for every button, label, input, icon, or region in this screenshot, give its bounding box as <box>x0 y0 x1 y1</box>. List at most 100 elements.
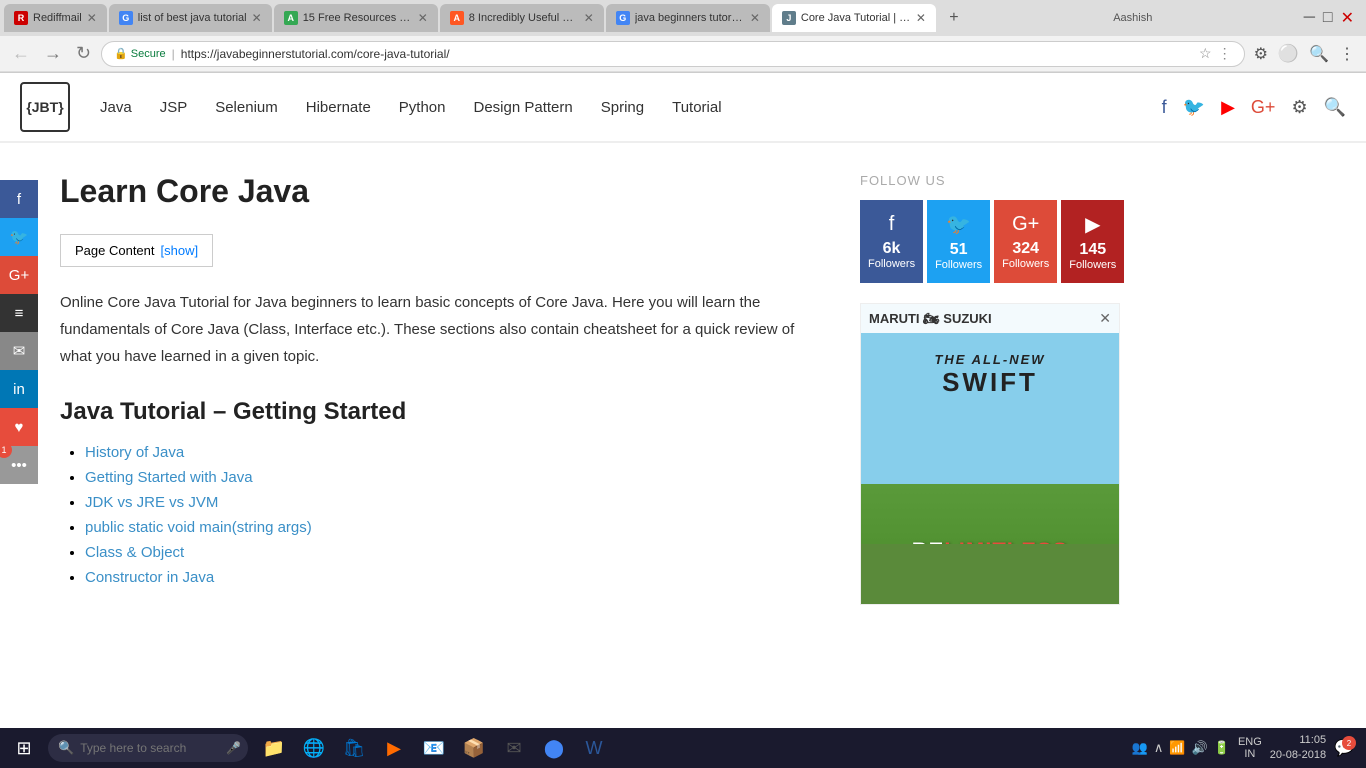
social-sidebar-email[interactable]: ✉ <box>0 332 38 370</box>
maximize-btn[interactable]: □ <box>1323 9 1333 27</box>
nav-java[interactable]: Java <box>100 99 132 116</box>
header-search-icon[interactable]: 🔍 <box>1324 97 1346 118</box>
tutorial-link-class-object[interactable]: Class & Object <box>85 544 184 561</box>
forward-btn[interactable]: → <box>40 41 66 66</box>
intro-text: Online Core Java Tutorial for Java begin… <box>60 289 810 370</box>
facebook-follow-icon: f <box>889 213 895 236</box>
tutorial-link-main-method[interactable]: public static void main(string args) <box>85 519 312 536</box>
taskbar-right: 👥 ∧ 📶 🔊 🔋 ENGIN 11:05 20-08-2018 💬 2 <box>1132 733 1362 764</box>
tab-label: java beginners tutorials <box>635 12 745 24</box>
taskbar-files-app[interactable]: 📁 <box>256 730 292 766</box>
refresh-btn[interactable]: ↻ <box>72 41 95 66</box>
taskbar-store-app[interactable]: 🛍 <box>336 730 372 766</box>
nav-jsp[interactable]: JSP <box>160 99 188 116</box>
taskbar-app6[interactable]: 📦 <box>456 730 492 766</box>
close-btn[interactable]: ✕ <box>1341 8 1354 28</box>
follow-card-twitter[interactable]: 🐦 51 Followers <box>927 200 990 283</box>
youtube-count: 145 <box>1079 241 1106 259</box>
tab-close-btn[interactable]: ✕ <box>418 11 428 25</box>
up-arrow-icon[interactable]: ∧ <box>1154 740 1164 756</box>
taskbar-mic-icon[interactable]: 🎤 <box>226 741 241 755</box>
back-btn[interactable]: ← <box>8 41 34 66</box>
social-sidebar-facebook[interactable]: f <box>0 180 38 218</box>
tab-rediffmail[interactable]: R Rediffmail ✕ <box>4 4 107 32</box>
notification-center-btn[interactable]: 💬 2 <box>1334 738 1354 758</box>
tab-close-btn[interactable]: ✕ <box>584 11 594 25</box>
tab-free-resources[interactable]: A 15 Free Resources to Le... ✕ <box>274 4 438 32</box>
toc-show-btn[interactable]: [show] <box>161 243 199 258</box>
taskbar-media-app[interactable]: ▶ <box>376 730 412 766</box>
tutorial-link-history[interactable]: History of Java <box>85 444 184 461</box>
tab-bar: R Rediffmail ✕ G list of best java tutor… <box>0 0 1366 36</box>
search-icon[interactable]: 🔍 <box>1306 41 1332 67</box>
tab-close-btn[interactable]: ✕ <box>916 11 926 25</box>
tab-useful-web[interactable]: A 8 Incredibly Useful web... ✕ <box>440 4 604 32</box>
list-item: Getting Started with Java <box>85 469 810 486</box>
wifi-icon[interactable]: 📶 <box>1169 740 1185 756</box>
header-github-icon[interactable]: ⚙ <box>1291 97 1307 118</box>
taskbar-chrome-app[interactable]: ⬤ <box>536 730 572 766</box>
site-logo[interactable]: {JBT} <box>20 82 70 132</box>
social-sidebar-googleplus[interactable]: G+ <box>0 256 38 294</box>
toc-box: Page Content [show] <box>60 234 213 267</box>
list-item: Constructor in Java <box>85 569 810 586</box>
nav-python[interactable]: Python <box>399 99 446 116</box>
googleplus-followers-label: Followers <box>1002 258 1049 270</box>
tutorial-link-constructor[interactable]: Constructor in Java <box>85 569 214 586</box>
follow-card-youtube[interactable]: ▶ 145 Followers <box>1061 200 1124 283</box>
ad-swift-label: THE ALL-NEW SWIFT <box>861 344 1119 406</box>
follow-card-facebook[interactable]: f 6k Followers <box>860 200 923 283</box>
list-item: History of Java <box>85 444 810 461</box>
header-youtube-icon[interactable]: ▶ <box>1221 97 1235 118</box>
follow-us-label: FOLLOW US <box>860 173 1120 188</box>
social-sidebar-twitter[interactable]: 🐦 <box>0 218 38 256</box>
new-tab-btn[interactable]: + <box>938 4 970 32</box>
tab-close-btn[interactable]: ✕ <box>750 11 760 25</box>
taskbar-mail-app[interactable]: ✉ <box>496 730 532 766</box>
tutorial-link-jdk-jre-jvm[interactable]: JDK vs JRE vs JVM <box>85 494 218 511</box>
social-sidebar-heart[interactable]: ♥ <box>0 408 38 446</box>
browser-chrome: R Rediffmail ✕ G list of best java tutor… <box>0 0 1366 73</box>
bookmark-icon[interactable]: ☆ <box>1199 45 1212 62</box>
ad-close-btn[interactable]: ✕ <box>1099 310 1111 327</box>
taskbar-office-app[interactable]: 📧 <box>416 730 452 766</box>
extensions-icon[interactable]: ⚙ <box>1251 41 1271 67</box>
taskbar-word-app[interactable]: W <box>576 730 612 766</box>
taskbar-search-box[interactable]: 🔍 🎤 <box>48 734 248 762</box>
chrome-icons: ⚙ ⚪ 🔍 ⋮ <box>1251 41 1358 67</box>
minimize-btn[interactable]: ─ <box>1304 9 1315 27</box>
header-twitter-icon[interactable]: 🐦 <box>1183 97 1205 118</box>
nav-tutorial[interactable]: Tutorial <box>672 99 721 116</box>
taskbar-edge-app[interactable]: 🌐 <box>296 730 332 766</box>
start-btn[interactable]: ⊞ <box>4 732 44 764</box>
people-icon[interactable]: 👥 <box>1132 740 1148 756</box>
nav-spring[interactable]: Spring <box>601 99 644 116</box>
content-area: Learn Core Java Page Content [show] Onli… <box>60 143 840 636</box>
nav-design-pattern[interactable]: Design Pattern <box>474 99 573 116</box>
social-sidebar-linkedin[interactable]: in <box>0 370 38 408</box>
tab-close-btn[interactable]: ✕ <box>87 11 97 25</box>
tab-favicon: A <box>284 11 298 25</box>
follow-card-googleplus[interactable]: G+ 324 Followers <box>994 200 1057 283</box>
header-facebook-icon[interactable]: f <box>1162 97 1167 118</box>
github-icon[interactable]: ⚪ <box>1275 41 1302 67</box>
toc-label: Page Content <box>75 243 155 258</box>
taskbar-search-input[interactable] <box>80 741 220 755</box>
tab-java-list[interactable]: G list of best java tutorial ✕ <box>109 4 272 32</box>
tab-close-btn[interactable]: ✕ <box>252 11 262 25</box>
tab-java-beginners[interactable]: G java beginners tutorials ✕ <box>606 4 770 32</box>
nav-selenium[interactable]: Selenium <box>215 99 278 116</box>
url-menu-icon[interactable]: ⋮ <box>1218 45 1232 62</box>
ad-brand: MARUTI 🏍 SUZUKI <box>869 311 992 327</box>
chrome-menu-icon[interactable]: ⋮ <box>1336 41 1358 67</box>
ad-tagline-prefix: THE ALL-NEW <box>934 352 1045 367</box>
social-sidebar-layers[interactable]: ≡ <box>0 294 38 332</box>
speaker-icon[interactable]: 🔊 <box>1192 740 1208 756</box>
nav-hibernate[interactable]: Hibernate <box>306 99 371 116</box>
battery-icon[interactable]: 🔋 <box>1214 740 1230 756</box>
url-bar[interactable]: 🔒 Secure | https://javabeginnerstutorial… <box>101 41 1244 67</box>
tutorial-link-getting-started[interactable]: Getting Started with Java <box>85 469 253 486</box>
section-heading: Java Tutorial – Getting Started <box>60 398 810 426</box>
tab-core-java-active[interactable]: J Core Java Tutorial | Lea... ✕ <box>772 4 936 32</box>
header-googleplus-icon[interactable]: G+ <box>1251 97 1276 118</box>
